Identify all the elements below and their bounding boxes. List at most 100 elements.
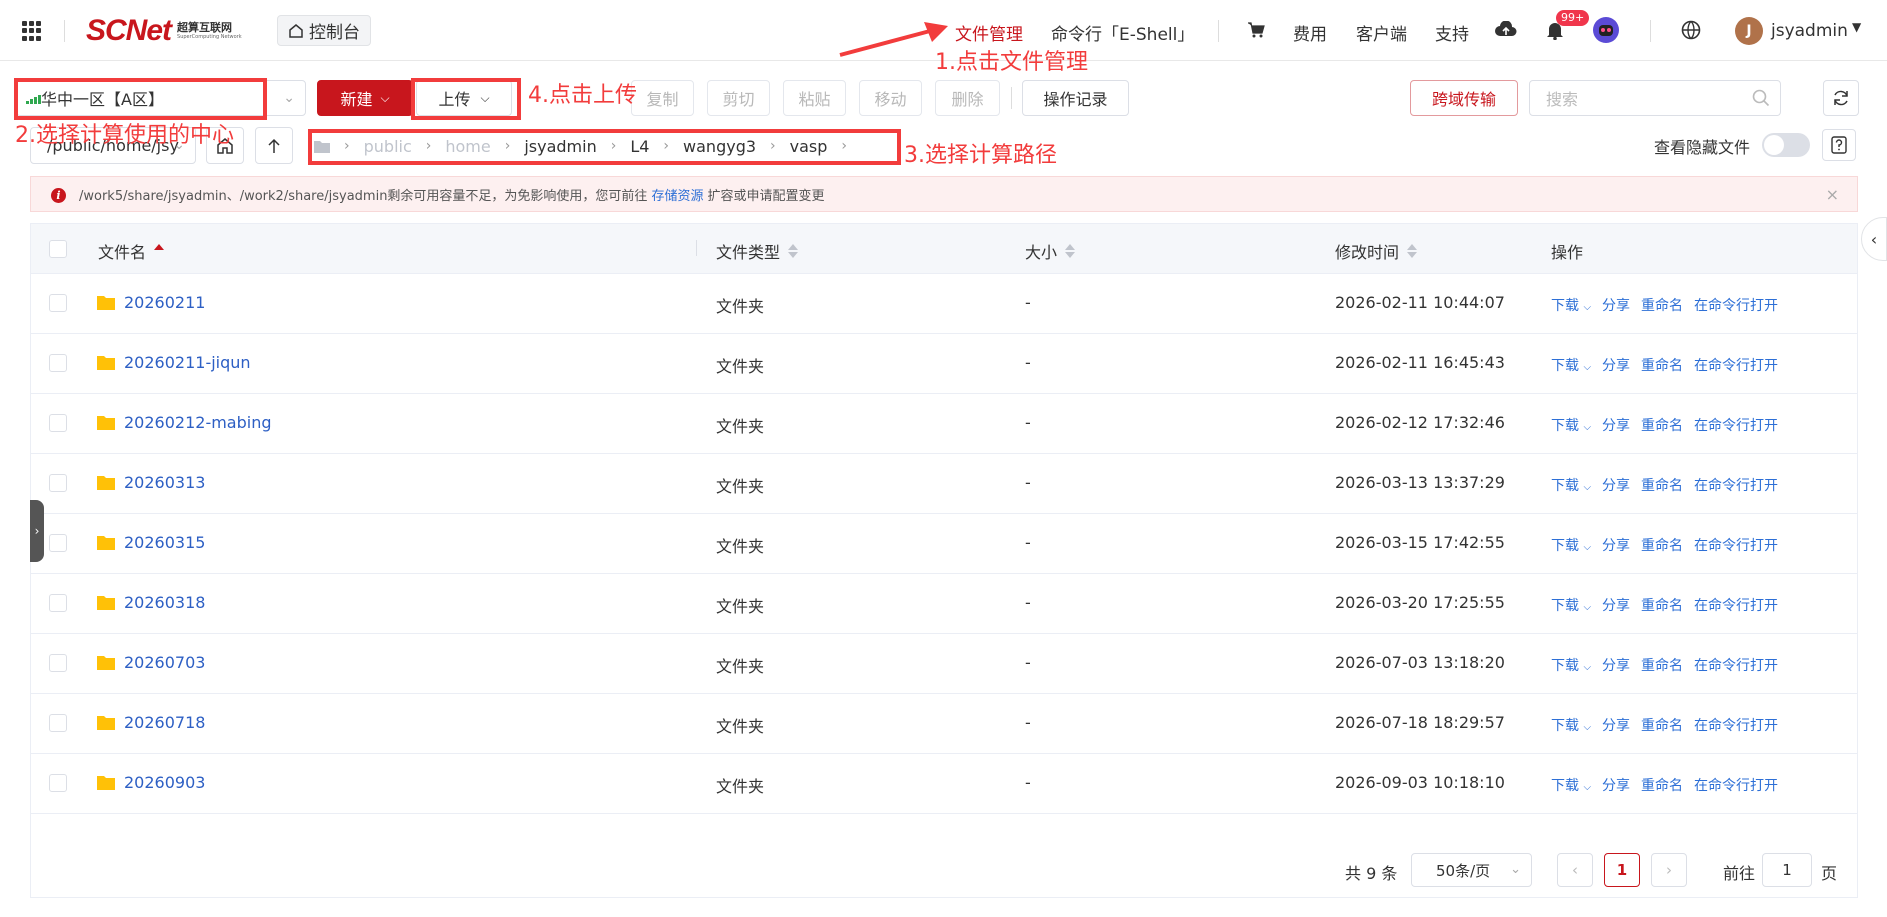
row-checkbox[interactable] [49, 534, 67, 552]
open-in-cli-button[interactable]: 在命令行打开 [1694, 475, 1778, 495]
hidden-files-toggle[interactable] [1762, 133, 1810, 157]
file-name-link[interactable]: 20260318 [124, 593, 205, 612]
move-button[interactable]: 移动 [859, 80, 922, 116]
row-checkbox[interactable] [49, 594, 67, 612]
share-button[interactable]: 分享 [1602, 715, 1630, 735]
nav-file-manager[interactable]: 文件管理 [955, 20, 1023, 45]
close-icon[interactable]: × [1826, 185, 1839, 204]
prev-page-button[interactable]: ‹ [1557, 853, 1593, 887]
select-all-checkbox[interactable] [49, 240, 67, 258]
file-name-link[interactable]: 20260903 [124, 773, 205, 792]
table-row[interactable]: 20260212-mabing 文件夹 - 2026-02-12 17:32:46 下载… [31, 394, 1857, 454]
nav-eshell[interactable]: 命令行「E-Shell」 [1051, 20, 1194, 45]
rename-button[interactable]: 重命名 [1641, 775, 1683, 795]
file-name-link[interactable]: 20260211 [124, 293, 205, 312]
file-name-link[interactable]: 20260703 [124, 653, 205, 672]
share-button[interactable]: 分享 [1602, 295, 1630, 315]
scnet-logo[interactable]: SCNet 超算互联网 SuperComputing Network [86, 14, 242, 47]
row-checkbox[interactable] [49, 294, 67, 312]
refresh-button[interactable] [1823, 80, 1859, 116]
row-checkbox[interactable] [49, 474, 67, 492]
console-button[interactable]: 控制台 [277, 15, 371, 46]
sort-icon[interactable] [1407, 244, 1418, 258]
rename-button[interactable]: 重命名 [1641, 535, 1683, 555]
cross-region-transfer-button[interactable]: 跨域传输 [1410, 80, 1518, 116]
avatar[interactable]: J [1735, 17, 1763, 45]
new-button[interactable]: 新建 ⌵ [317, 80, 413, 116]
table-row[interactable]: 20260318 文件夹 - 2026-03-20 17:25:55 下载 ⌵ 分享 重命名… [31, 574, 1857, 634]
row-checkbox[interactable] [49, 354, 67, 372]
rename-button[interactable]: 重命名 [1641, 355, 1683, 375]
open-in-cli-button[interactable]: 在命令行打开 [1694, 355, 1778, 375]
chevron-down-icon[interactable]: ▼ [1852, 20, 1861, 34]
row-checkbox[interactable] [49, 654, 67, 672]
file-name-link[interactable]: 20260718 [124, 713, 205, 732]
sidebar-expand-handle[interactable]: › [30, 500, 44, 562]
file-name-link[interactable]: 20260313 [124, 473, 205, 492]
open-in-cli-button[interactable]: 在命令行打开 [1694, 415, 1778, 435]
share-button[interactable]: 分享 [1602, 415, 1630, 435]
sort-icon[interactable] [154, 244, 165, 258]
column-header-size[interactable]: 大小 [1025, 239, 1076, 263]
column-header-mtime[interactable]: 修改时间 [1335, 239, 1418, 263]
column-resizer[interactable] [696, 240, 697, 256]
table-row[interactable]: 20260211 文件夹 - 2026-02-11 10:44:07 下载 ⌵ 分享 重命名… [31, 274, 1857, 334]
share-button[interactable]: 分享 [1602, 595, 1630, 615]
goto-page-input[interactable]: 1 [1762, 853, 1812, 887]
download-button[interactable]: 下载 ⌵ [1551, 355, 1591, 375]
sort-icon[interactable] [1065, 244, 1076, 258]
row-checkbox[interactable] [49, 774, 67, 792]
open-in-cli-button[interactable]: 在命令行打开 [1694, 535, 1778, 555]
share-button[interactable]: 分享 [1602, 655, 1630, 675]
storage-resource-link[interactable]: 存储资源 [651, 185, 703, 204]
assistant-robot-icon[interactable] [1592, 16, 1620, 44]
share-button[interactable]: 分享 [1602, 355, 1630, 375]
globe-icon[interactable] [1680, 19, 1702, 41]
share-button[interactable]: 分享 [1602, 775, 1630, 795]
panel-collapse-handle[interactable]: ‹ [1861, 217, 1887, 261]
column-header-name[interactable]: 文件名 [98, 239, 165, 263]
file-name-link[interactable]: 20260212-mabing [124, 413, 272, 432]
sort-icon[interactable] [788, 244, 799, 258]
rename-button[interactable]: 重命名 [1641, 595, 1683, 615]
download-button[interactable]: 下载 ⌵ [1551, 775, 1591, 795]
table-row[interactable]: 20260211-jiqun 文件夹 - 2026-02-11 16:45:43 下载 … [31, 334, 1857, 394]
rename-button[interactable]: 重命名 [1641, 415, 1683, 435]
rename-button[interactable]: 重命名 [1641, 295, 1683, 315]
open-in-cli-button[interactable]: 在命令行打开 [1694, 655, 1778, 675]
paste-button[interactable]: 粘贴 [783, 80, 846, 116]
open-in-cli-button[interactable]: 在命令行打开 [1694, 295, 1778, 315]
column-header-type[interactable]: 文件类型 [716, 239, 799, 263]
open-in-cli-button[interactable]: 在命令行打开 [1694, 595, 1778, 615]
search-input[interactable]: 搜索 [1529, 80, 1781, 116]
open-in-cli-button[interactable]: 在命令行打开 [1694, 715, 1778, 735]
download-button[interactable]: 下载 ⌵ [1551, 535, 1591, 555]
table-row[interactable]: 20260313 文件夹 - 2026-03-13 13:37:29 下载 ⌵ 分享 重命名… [31, 454, 1857, 514]
share-button[interactable]: 分享 [1602, 475, 1630, 495]
table-row[interactable]: 20260315 文件夹 - 2026-03-15 17:42:55 下载 ⌵ 分享 重命名… [31, 514, 1857, 574]
table-row[interactable]: 20260703 文件夹 - 2026-07-03 13:18:20 下载 ⌵ 分享 重命名… [31, 634, 1857, 694]
table-row[interactable]: 20260718 文件夹 - 2026-07-18 18:29:57 下载 ⌵ 分享 重命名… [31, 694, 1857, 754]
page-number-current[interactable]: 1 [1604, 853, 1640, 887]
open-in-cli-button[interactable]: 在命令行打开 [1694, 775, 1778, 795]
app-grid-icon[interactable] [22, 21, 42, 41]
rename-button[interactable]: 重命名 [1641, 475, 1683, 495]
table-row[interactable]: 20260903 文件夹 - 2026-09-03 10:18:10 下载 ⌵ 分享 重命名… [31, 754, 1857, 814]
file-name-link[interactable]: 20260211-jiqun [124, 353, 251, 372]
download-button[interactable]: 下载 ⌵ [1551, 475, 1591, 495]
share-button[interactable]: 分享 [1602, 535, 1630, 555]
nav-support[interactable]: 支持 [1435, 20, 1469, 45]
rename-button[interactable]: 重命名 [1641, 655, 1683, 675]
download-button[interactable]: 下载 ⌵ [1551, 295, 1591, 315]
download-button[interactable]: 下载 ⌵ [1551, 595, 1591, 615]
help-button[interactable] [1822, 129, 1856, 161]
copy-button[interactable]: 复制 [631, 80, 694, 116]
row-checkbox[interactable] [49, 714, 67, 732]
next-page-button[interactable]: › [1651, 853, 1687, 887]
cut-button[interactable]: 剪切 [707, 80, 770, 116]
page-size-select[interactable]: 50条/页 ⌄ [1411, 853, 1532, 887]
username[interactable]: jsyadmin [1771, 21, 1848, 41]
parent-dir-button[interactable] [255, 127, 293, 164]
delete-button[interactable]: 删除 [935, 80, 1000, 116]
rename-button[interactable]: 重命名 [1641, 715, 1683, 735]
